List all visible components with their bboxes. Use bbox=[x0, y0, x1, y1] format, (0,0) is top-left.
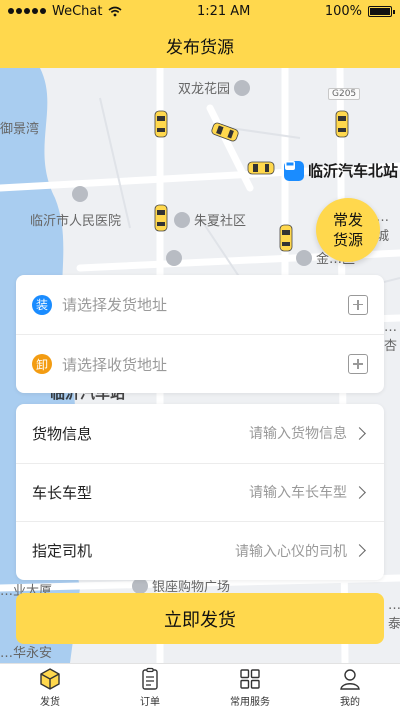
bus-station-icon bbox=[284, 160, 304, 181]
tab-bar: 发货 订单 常用服务 我的 bbox=[0, 663, 400, 711]
tab-orders-label: 订单 bbox=[140, 697, 160, 708]
clock: 1:21 AM bbox=[196, 3, 251, 19]
add-unload-address-icon[interactable] bbox=[348, 354, 368, 374]
ship-now-label: 立即发货 bbox=[164, 609, 236, 631]
vehicle-type-placeholder: 请输入车长车型 bbox=[249, 485, 347, 502]
car-icon bbox=[154, 204, 168, 232]
load-address-row[interactable]: 装 请选择发货地址 bbox=[16, 275, 384, 334]
driver-label: 指定司机 bbox=[32, 542, 93, 561]
tab-profile-label: 我的 bbox=[340, 697, 360, 708]
page-title: 发布货源 bbox=[166, 37, 234, 58]
address-card: 装 请选择发货地址 卸 请选择收货地址 bbox=[16, 275, 384, 393]
vehicle-type-row[interactable]: 车长车型 请输入车长车型 bbox=[16, 462, 384, 522]
unload-badge: 卸 bbox=[32, 354, 52, 374]
poi-hospital: 临沂市人民医院 bbox=[30, 214, 122, 229]
box-icon bbox=[40, 668, 60, 690]
chevron-right-icon bbox=[353, 544, 366, 558]
frequent-cargo-button[interactable]: 常发 货源 bbox=[316, 198, 380, 262]
add-load-address-icon[interactable] bbox=[348, 294, 368, 315]
chevron-right-icon bbox=[353, 486, 366, 499]
goods-info-row[interactable]: 货物信息 请输入货物信息 bbox=[16, 404, 384, 463]
tab-services[interactable]: 常用服务 bbox=[200, 664, 300, 711]
tab-ship[interactable]: 发货 bbox=[0, 664, 100, 711]
person-icon bbox=[340, 669, 360, 690]
ship-now-button[interactable]: 立即发货 bbox=[16, 593, 384, 644]
driver-placeholder: 请输入心仪的司机 bbox=[235, 543, 347, 560]
poi-marker-2 bbox=[166, 250, 182, 266]
poi-zhuxia: 朱夏社区 bbox=[174, 210, 246, 229]
load-badge: 装 bbox=[32, 294, 52, 315]
station-label: 临沂汽车北站 bbox=[284, 160, 398, 181]
unload-address-row[interactable]: 卸 请选择收货地址 bbox=[16, 334, 384, 393]
battery-percent: 100% bbox=[324, 3, 362, 19]
load-address-placeholder: 请选择发货地址 bbox=[62, 296, 168, 314]
car-icon bbox=[154, 110, 168, 138]
poi-marker-1 bbox=[72, 186, 88, 202]
vehicle-type-label: 车长车型 bbox=[32, 483, 93, 502]
road-tag-g205: G205 bbox=[328, 88, 361, 100]
status-bar: WeChat 1:21 AM 100% bbox=[0, 0, 400, 22]
wifi-icon bbox=[108, 6, 122, 16]
frequent-cargo-label-2: 货源 bbox=[332, 231, 363, 249]
poi-shuanglong: 双龙花园 bbox=[178, 78, 251, 97]
tab-ship-label: 发货 bbox=[40, 697, 60, 708]
car-icon bbox=[279, 224, 293, 252]
grid-icon bbox=[240, 669, 260, 689]
battery-icon bbox=[368, 5, 395, 17]
tab-profile[interactable]: 我的 bbox=[300, 664, 400, 711]
goods-info-label: 货物信息 bbox=[32, 424, 93, 443]
poi-tai: …泰 bbox=[388, 598, 400, 632]
frequent-cargo-label-1: 常发 bbox=[332, 211, 363, 229]
car-icon bbox=[335, 110, 349, 138]
tab-orders[interactable]: 订单 bbox=[100, 664, 200, 711]
clipboard-icon bbox=[142, 667, 158, 690]
chevron-right-icon bbox=[353, 426, 366, 440]
poi-huayongan: …华永安 bbox=[0, 646, 53, 661]
car-icon bbox=[247, 161, 275, 175]
goods-info-placeholder: 请输入货物信息 bbox=[249, 426, 347, 443]
cargo-info-card: 货物信息 请输入货物信息 车长车型 请输入车长车型 指定司机 请输入心仪的司机 bbox=[16, 404, 384, 580]
tab-services-label: 常用服务 bbox=[230, 697, 270, 708]
unload-address-placeholder: 请选择收货地址 bbox=[62, 355, 168, 374]
carrier-label: WeChat bbox=[52, 3, 103, 19]
signal-dots-icon bbox=[8, 8, 46, 14]
driver-row[interactable]: 指定司机 请输入心仪的司机 bbox=[16, 521, 384, 580]
poi-right-edge2: …杏 bbox=[384, 320, 398, 354]
poi-yujingwan: 御景湾 bbox=[0, 122, 40, 137]
nav-bar: 发布货源 bbox=[0, 22, 400, 68]
